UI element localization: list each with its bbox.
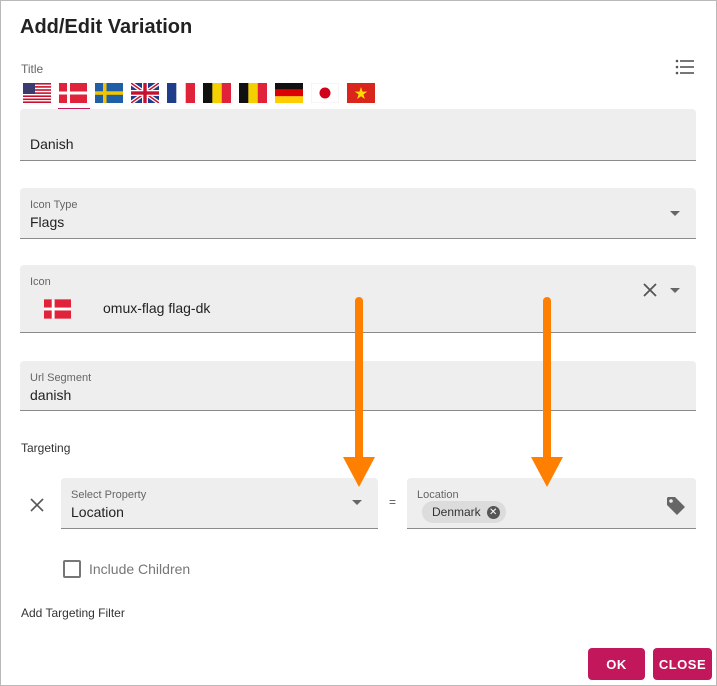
- select-property-dropdown[interactable]: Select Property Location: [61, 478, 378, 529]
- flag-vn-icon: [347, 83, 375, 103]
- annotation-arrow-left: [343, 297, 375, 487]
- icon-type-select[interactable]: Icon Type Flags: [20, 188, 696, 239]
- tab-flag-us[interactable]: [23, 83, 51, 105]
- chevron-down-icon[interactable]: [352, 500, 362, 505]
- add-targeting-filter-link[interactable]: Add Targeting Filter: [21, 606, 125, 620]
- flag-be-icon: [239, 83, 267, 103]
- title-section-label: Title: [21, 62, 44, 76]
- flag-jp-icon: [311, 83, 339, 103]
- select-property-value: Location: [71, 504, 124, 520]
- flag-dk-icon: [59, 83, 87, 103]
- ok-button[interactable]: OK: [588, 648, 645, 680]
- tab-flag-dk[interactable]: [58, 83, 90, 110]
- language-flag-tabs: [23, 83, 375, 110]
- include-children-label: Include Children: [89, 561, 191, 577]
- icon-type-value: Flags: [30, 214, 65, 230]
- flag-de-icon: [275, 83, 303, 103]
- chevron-down-icon[interactable]: [670, 211, 680, 216]
- title-input[interactable]: Danish: [20, 109, 696, 161]
- title-input-value: Danish: [30, 136, 74, 152]
- flag-se-icon: [95, 83, 123, 103]
- targeting-label: Targeting: [21, 441, 71, 455]
- flag-fr-icon: [167, 83, 195, 103]
- url-segment-label: Url Segment: [30, 372, 92, 384]
- tag-icon: [667, 497, 685, 515]
- flag-be-icon: [203, 83, 231, 103]
- tab-flag-se[interactable]: [95, 83, 123, 105]
- flag-us-icon: [23, 83, 51, 103]
- annotation-arrow-right: [531, 297, 563, 487]
- clear-icon[interactable]: [643, 283, 657, 297]
- select-property-label: Select Property: [71, 489, 147, 501]
- remove-filter-icon[interactable]: [30, 498, 44, 512]
- tab-flag-jp[interactable]: [311, 83, 339, 105]
- icon-label: Icon: [30, 276, 51, 288]
- tab-flag-be-2[interactable]: [239, 83, 267, 105]
- tab-flag-gb[interactable]: [131, 83, 159, 105]
- tab-flag-vn[interactable]: [347, 83, 375, 105]
- chevron-down-icon[interactable]: [670, 288, 680, 293]
- icon-type-label: Icon Type: [30, 199, 78, 211]
- tab-flag-be[interactable]: [203, 83, 231, 105]
- tab-flag-de[interactable]: [275, 83, 303, 105]
- close-button[interactable]: CLOSE: [653, 648, 712, 680]
- list-view-icon[interactable]: [675, 59, 695, 75]
- add-edit-variation-dialog: Add/Edit Variation Title Danish Icon Typ…: [0, 0, 717, 686]
- dialog-title: Add/Edit Variation: [20, 16, 193, 38]
- flag-dk-icon: [44, 299, 71, 319]
- remove-chip-icon[interactable]: ✕: [486, 505, 500, 519]
- url-segment-value: danish: [30, 387, 72, 403]
- tab-flag-fr[interactable]: [167, 83, 195, 105]
- include-children-checkbox[interactable]: [63, 560, 81, 578]
- location-chip: Denmark ✕: [422, 501, 506, 523]
- location-label: Location: [417, 489, 459, 501]
- location-chip-text: Denmark: [432, 505, 481, 519]
- flag-gb-icon: [131, 83, 159, 103]
- operator-equals: =: [389, 495, 397, 509]
- icon-value: omux-flag flag-dk: [103, 300, 211, 316]
